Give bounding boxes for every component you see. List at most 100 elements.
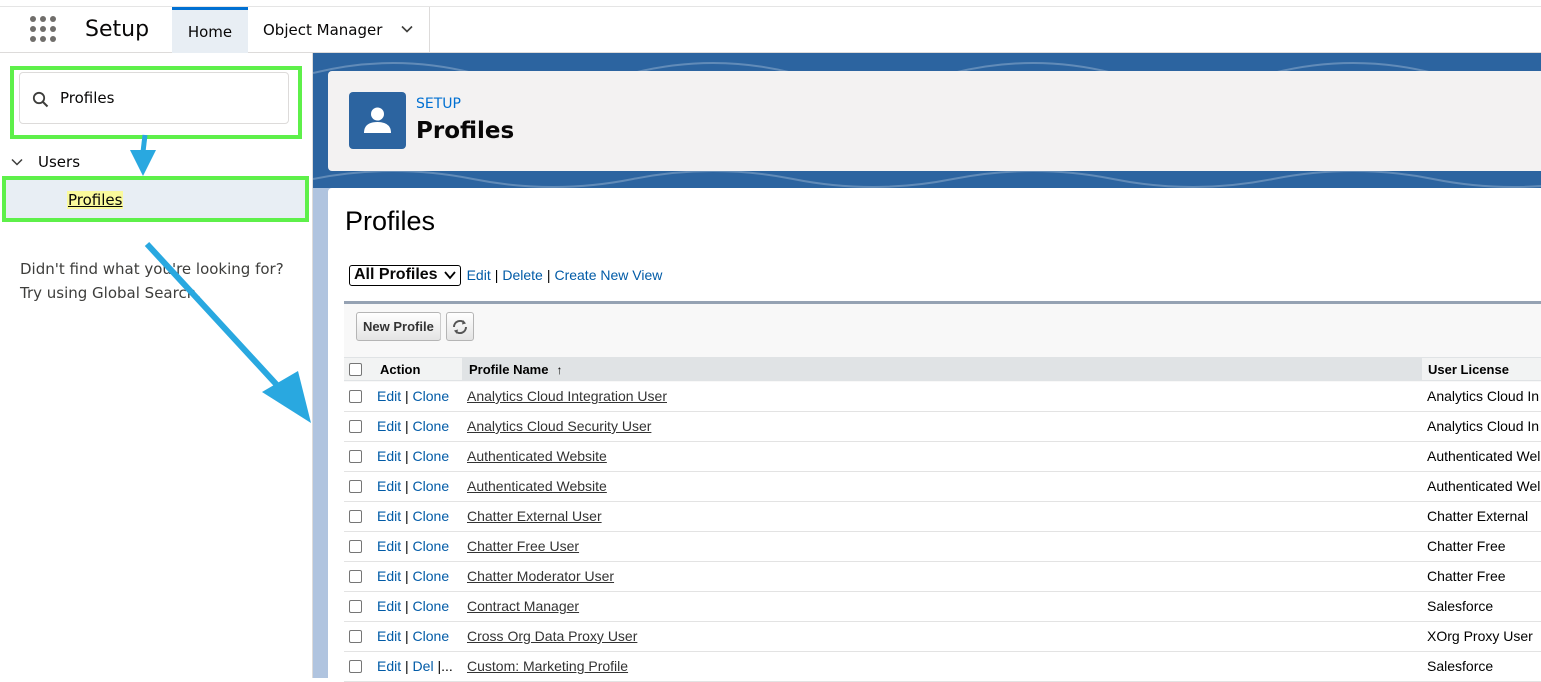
row-actions: Edit | Clone [377, 478, 449, 494]
separator: | [405, 388, 409, 404]
not-found-message: Didn't find what you're looking for? Try… [20, 257, 300, 305]
table-row: Edit | Clone Chatter Moderator User Chatte… [344, 562, 1541, 592]
global-header: Setup Home Object Manager [0, 0, 1541, 53]
user-license: Chatter External [1427, 508, 1529, 524]
row-checkbox[interactable] [349, 570, 362, 583]
row-edit-link[interactable]: Edit [377, 388, 401, 404]
user-license: Authenticated Wel [1427, 478, 1541, 494]
action-more[interactable]: |... [437, 658, 452, 674]
user-license: Chatter Free [1427, 568, 1506, 584]
table-row: Edit | Clone Authenticated Website Authent… [344, 442, 1541, 472]
row-checkbox[interactable] [349, 600, 362, 613]
chevron-down-icon[interactable] [10, 155, 24, 169]
profile-name-link[interactable]: Authenticated Website [467, 448, 607, 464]
list-heading: Profiles [345, 206, 436, 236]
row-secondary-action-link[interactable]: Clone [413, 478, 450, 494]
profiles-highlight-box [2, 176, 309, 222]
quick-find-input[interactable] [60, 85, 280, 111]
sidebar-item-profiles[interactable]: Profiles [67, 191, 124, 209]
header-banner: SETUP Profiles [313, 53, 1541, 188]
create-new-view-link[interactable]: Create New View [554, 267, 662, 283]
table-row: Edit | Clone Cross Org Data Proxy User XOr… [344, 622, 1541, 652]
row-edit-link[interactable]: Edit [377, 568, 401, 584]
user-profile-icon [349, 92, 406, 149]
page-title: Profiles [416, 118, 515, 144]
row-secondary-action-link[interactable]: Clone [413, 388, 450, 404]
column-header-profile-name-label: Profile Name [469, 362, 549, 377]
profile-name-link[interactable]: Analytics Cloud Security User [467, 418, 651, 434]
column-header-action: Action [380, 362, 421, 377]
row-edit-link[interactable]: Edit [377, 448, 401, 464]
view-edit-link[interactable]: Edit [467, 267, 491, 283]
user-license: Chatter Free [1427, 538, 1506, 554]
row-checkbox[interactable] [349, 660, 362, 673]
row-secondary-action-link[interactable]: Clone [413, 568, 450, 584]
separator: | [405, 508, 409, 524]
not-found-line1: Didn't find what you're looking for? [20, 260, 284, 278]
tree-section-users[interactable]: Users [10, 151, 80, 173]
view-delete-link[interactable]: Delete [502, 267, 542, 283]
profile-name-link[interactable]: Chatter Moderator User [467, 568, 614, 584]
table-row: Edit | Clone Chatter External User Chatter… [344, 502, 1541, 532]
profile-name-link[interactable]: Chatter External User [467, 508, 602, 524]
row-edit-link[interactable]: Edit [377, 658, 401, 674]
row-checkbox[interactable] [349, 630, 362, 643]
column-header-user-license[interactable]: User License [1428, 358, 1509, 381]
user-license: Salesforce [1427, 658, 1494, 674]
tree-section-label: Users [38, 153, 81, 171]
row-actions: Edit | Clone [377, 508, 449, 524]
tab-object-manager[interactable]: Object Manager [248, 7, 430, 53]
setup-sidebar: Users Profiles Didn't find what you're l… [0, 53, 313, 678]
row-edit-link[interactable]: Edit [377, 538, 401, 554]
breadcrumb: SETUP [416, 96, 461, 112]
separator: | [546, 267, 551, 283]
row-secondary-action-link[interactable]: Clone [413, 448, 450, 464]
profile-name-link[interactable]: Analytics Cloud Integration User [467, 388, 667, 404]
refresh-icon [452, 319, 468, 334]
view-select[interactable]: All Profiles [349, 264, 461, 286]
view-select-value: All Profiles [354, 266, 438, 283]
app-name: Setup [85, 17, 150, 42]
select-all-checkbox[interactable] [349, 363, 362, 376]
profile-name-link[interactable]: Authenticated Website [467, 478, 607, 494]
row-secondary-action-link[interactable]: Del [413, 658, 434, 674]
profile-name-link[interactable]: Contract Manager [467, 598, 579, 614]
row-actions: Edit | Clone [377, 598, 449, 614]
not-found-line2[interactable]: Try using Global Search. [20, 281, 300, 305]
row-actions: Edit | Clone [377, 418, 449, 434]
row-checkbox[interactable] [349, 450, 362, 463]
row-secondary-action-link[interactable]: Clone [413, 628, 450, 644]
row-edit-link[interactable]: Edit [377, 478, 401, 494]
separator: | [405, 598, 409, 614]
row-checkbox[interactable] [349, 480, 362, 493]
row-checkbox[interactable] [349, 390, 362, 403]
row-checkbox[interactable] [349, 540, 362, 553]
row-secondary-action-link[interactable]: Clone [413, 598, 450, 614]
main-area: SETUP Profiles Profiles All Profiles Edi… [313, 53, 1541, 682]
new-profile-button[interactable]: New Profile [356, 312, 441, 341]
tab-home[interactable]: Home [172, 7, 248, 53]
row-edit-link[interactable]: Edit [377, 628, 401, 644]
column-header-profile-name[interactable]: Profile Name ↑ [462, 358, 1422, 381]
row-secondary-action-link[interactable]: Clone [413, 418, 450, 434]
chevron-down-icon[interactable] [401, 23, 413, 35]
content-panel: Profiles All Profiles Edit | Delete | Cr… [328, 188, 1541, 682]
table-header: Action Profile Name ↑ User License [344, 357, 1541, 381]
row-secondary-action-link[interactable]: Clone [413, 508, 450, 524]
refresh-button[interactable] [446, 312, 474, 341]
profile-name-link[interactable]: Custom: Marketing Profile [467, 658, 628, 674]
app-launcher-icon[interactable] [30, 16, 56, 42]
row-checkbox[interactable] [349, 420, 362, 433]
row-secondary-action-link[interactable]: Clone [413, 538, 450, 554]
separator: | [405, 658, 409, 674]
row-edit-link[interactable]: Edit [377, 508, 401, 524]
separator: | [405, 538, 409, 554]
sort-ascending-icon: ↑ [556, 362, 563, 377]
profile-name-link[interactable]: Chatter Free User [467, 538, 579, 554]
profile-name-link[interactable]: Cross Org Data Proxy User [467, 628, 637, 644]
user-license: XOrg Proxy User [1427, 628, 1533, 644]
row-edit-link[interactable]: Edit [377, 598, 401, 614]
row-edit-link[interactable]: Edit [377, 418, 401, 434]
profiles-list: New Profile Action Profile Name ↑ User L… [344, 301, 1541, 682]
row-checkbox[interactable] [349, 510, 362, 523]
